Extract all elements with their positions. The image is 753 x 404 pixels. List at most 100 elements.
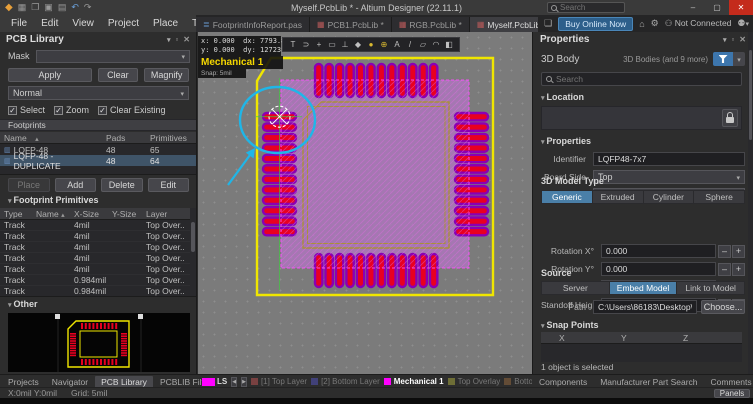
footprints-section-header[interactable]: Footprints xyxy=(0,119,196,131)
apply-button[interactable]: Apply xyxy=(8,68,92,82)
source-server-button[interactable]: Server xyxy=(541,281,610,295)
gear-icon[interactable]: ⚙ xyxy=(651,18,659,29)
footprint-drawing[interactable] xyxy=(198,32,532,374)
via-icon[interactable]: ⊕ xyxy=(378,40,390,49)
not-connected-status[interactable]: ⚇ Not Connected xyxy=(665,18,732,29)
feedback-icon[interactable]: ❏ xyxy=(544,18,552,29)
altium-logo-icon[interactable]: ◆ xyxy=(5,2,13,13)
select-filter-icon[interactable]: T xyxy=(287,40,299,49)
layer-tab-bottom-overlay[interactable]: Bottom Overlay xyxy=(504,377,532,386)
menu-place[interactable]: Place xyxy=(146,18,185,29)
dropdown-caret-icon[interactable] xyxy=(167,35,171,44)
footprint-primitives-section-header[interactable]: Footprint Primitives xyxy=(8,195,98,207)
object-filter-button[interactable] xyxy=(713,52,733,66)
lock-button[interactable] xyxy=(722,109,738,127)
user-avatar-icon[interactable]: ⚉ xyxy=(737,18,749,29)
tab-projects[interactable]: Projects xyxy=(2,376,45,388)
menu-file[interactable]: File xyxy=(4,18,34,29)
rectangle-icon[interactable]: ▭ xyxy=(326,40,338,49)
layer-pair-indicator[interactable]: LS xyxy=(202,377,227,386)
board-side-dropdown[interactable]: Top xyxy=(593,170,745,184)
model-type-cylinder-button[interactable]: Cylinder xyxy=(644,190,695,204)
properties-search-box[interactable] xyxy=(541,72,742,86)
filter-dropdown-button[interactable] xyxy=(733,52,745,66)
zoom-checkbox[interactable]: Zoom xyxy=(54,105,89,115)
tab-rgb-pcblib[interactable]: ▦ RGB.PcbLib * xyxy=(392,17,470,32)
properties-scrollbar[interactable] xyxy=(748,32,753,374)
global-search-box[interactable] xyxy=(547,2,625,13)
measure-icon[interactable]: ⊥ xyxy=(339,40,351,49)
string-icon[interactable]: A xyxy=(391,40,403,49)
layer-next-button[interactable]: ▶ xyxy=(241,377,247,387)
clear-existing-checkbox[interactable]: Clear Existing xyxy=(98,105,166,115)
properties-search-input[interactable] xyxy=(556,74,706,84)
open-project-icon[interactable]: ▤ xyxy=(58,2,67,13)
primitive-row[interactable]: Track4milTop Over... xyxy=(0,231,196,242)
pcb-editor-canvas[interactable]: x: 0.000 dx: 7793.898 y: 0.000 dy: 12723… xyxy=(198,32,532,374)
source-link-to-model-button[interactable]: Link to Model xyxy=(677,281,745,295)
identifier-input[interactable] xyxy=(593,152,745,166)
tab-pcb-library[interactable]: PCB Library xyxy=(95,376,153,388)
decrement-button[interactable]: – xyxy=(718,245,731,258)
copy-icon[interactable]: ❐ xyxy=(31,2,39,13)
tab-footprintinforeport[interactable]: ≣ FootprintInfoReport.pas xyxy=(196,17,310,32)
pin-icon[interactable]: ▫ xyxy=(175,35,178,44)
layer-tab-mechanical-1[interactable]: Mechanical 1 xyxy=(384,377,444,386)
model-type-sphere-button[interactable]: Sphere xyxy=(694,190,745,204)
choose-button[interactable]: Choose... xyxy=(701,300,745,314)
primitives-scrollbar[interactable] xyxy=(190,208,196,296)
eraser-icon[interactable]: ◆ xyxy=(352,40,364,49)
primitive-row[interactable]: Track0.984milTop Over... xyxy=(0,286,196,297)
pin-icon[interactable]: ▫ xyxy=(731,35,734,44)
tab-manufacturer-part-search[interactable]: Manufacturer Part Search xyxy=(594,376,703,388)
decrement-button[interactable]: – xyxy=(718,263,731,276)
menu-project[interactable]: Project xyxy=(101,18,146,29)
layer-tab-top-overlay[interactable]: Top Overlay xyxy=(448,377,501,386)
source-embed-model-button[interactable]: Embed Model xyxy=(610,281,678,295)
tab-navigator[interactable]: Navigator xyxy=(46,376,94,388)
panels-button[interactable]: Panels xyxy=(714,389,750,398)
mask-dropdown[interactable] xyxy=(36,50,190,63)
footprint-row-lqfp48-duplicate[interactable]: ▥LQFP-48 - DUPLICATE 48 64 xyxy=(0,155,196,166)
select-checkbox[interactable]: Select xyxy=(8,105,45,115)
buy-online-button[interactable]: Buy Online Now xyxy=(558,17,633,31)
snap-points-section-header[interactable]: Snap Points xyxy=(541,320,598,330)
home-icon[interactable]: ⌂ xyxy=(639,19,644,29)
layer-tab-top-layer[interactable]: [1] Top Layer xyxy=(251,377,307,386)
model-type-generic-button[interactable]: Generic xyxy=(541,190,593,204)
primitive-row[interactable]: Track4milTop Over... xyxy=(0,264,196,275)
pad-icon[interactable]: ● xyxy=(365,40,377,49)
close-icon[interactable]: ✕ xyxy=(739,35,746,44)
line-icon[interactable]: / xyxy=(404,40,416,49)
snap-points-header[interactable]: X Y Z xyxy=(541,332,742,344)
location-section-header[interactable]: Location xyxy=(541,92,584,102)
menu-edit[interactable]: Edit xyxy=(34,18,65,29)
tab-pcb1-pcblib[interactable]: ▦ PCB1.PcbLib * xyxy=(310,17,392,32)
minimize-button[interactable]: – xyxy=(681,0,705,15)
mask-mode-dropdown[interactable]: Normal xyxy=(8,86,189,100)
global-search-input[interactable] xyxy=(560,3,620,12)
footprint-preview[interactable] xyxy=(8,313,189,372)
primitive-row[interactable]: Track0.984milTop Over... xyxy=(0,275,196,286)
tab-comments[interactable]: Comments xyxy=(705,376,753,388)
arc-icon[interactable]: ◠ xyxy=(430,40,442,49)
primitives-table-header[interactable]: Type Name X-Size Y-Size Layer xyxy=(0,208,196,220)
close-icon[interactable]: ✕ xyxy=(183,35,190,44)
close-button[interactable]: ✕ xyxy=(729,0,753,15)
open-folder-icon[interactable]: ▣ xyxy=(44,2,53,13)
rotation-y-input[interactable] xyxy=(601,262,716,276)
clear-button[interactable]: Clear xyxy=(98,68,139,82)
add-button[interactable]: Add xyxy=(55,178,97,192)
maximize-button[interactable]: ▢ xyxy=(705,0,729,15)
primitive-row[interactable]: Track4milTop Over... xyxy=(0,253,196,264)
path-input[interactable] xyxy=(593,300,697,314)
region-icon[interactable]: ▱ xyxy=(417,40,429,49)
other-section-header[interactable]: Other xyxy=(8,299,37,311)
increment-button[interactable]: + xyxy=(732,263,745,276)
magnify-button[interactable]: Magnify xyxy=(144,68,189,82)
increment-button[interactable]: + xyxy=(732,245,745,258)
move-icon[interactable]: + xyxy=(313,40,325,49)
undo-icon[interactable]: ↶ xyxy=(71,2,79,13)
edit-button[interactable]: Edit xyxy=(148,178,190,192)
magnet-snap-icon[interactable]: ⊃ xyxy=(300,40,312,49)
